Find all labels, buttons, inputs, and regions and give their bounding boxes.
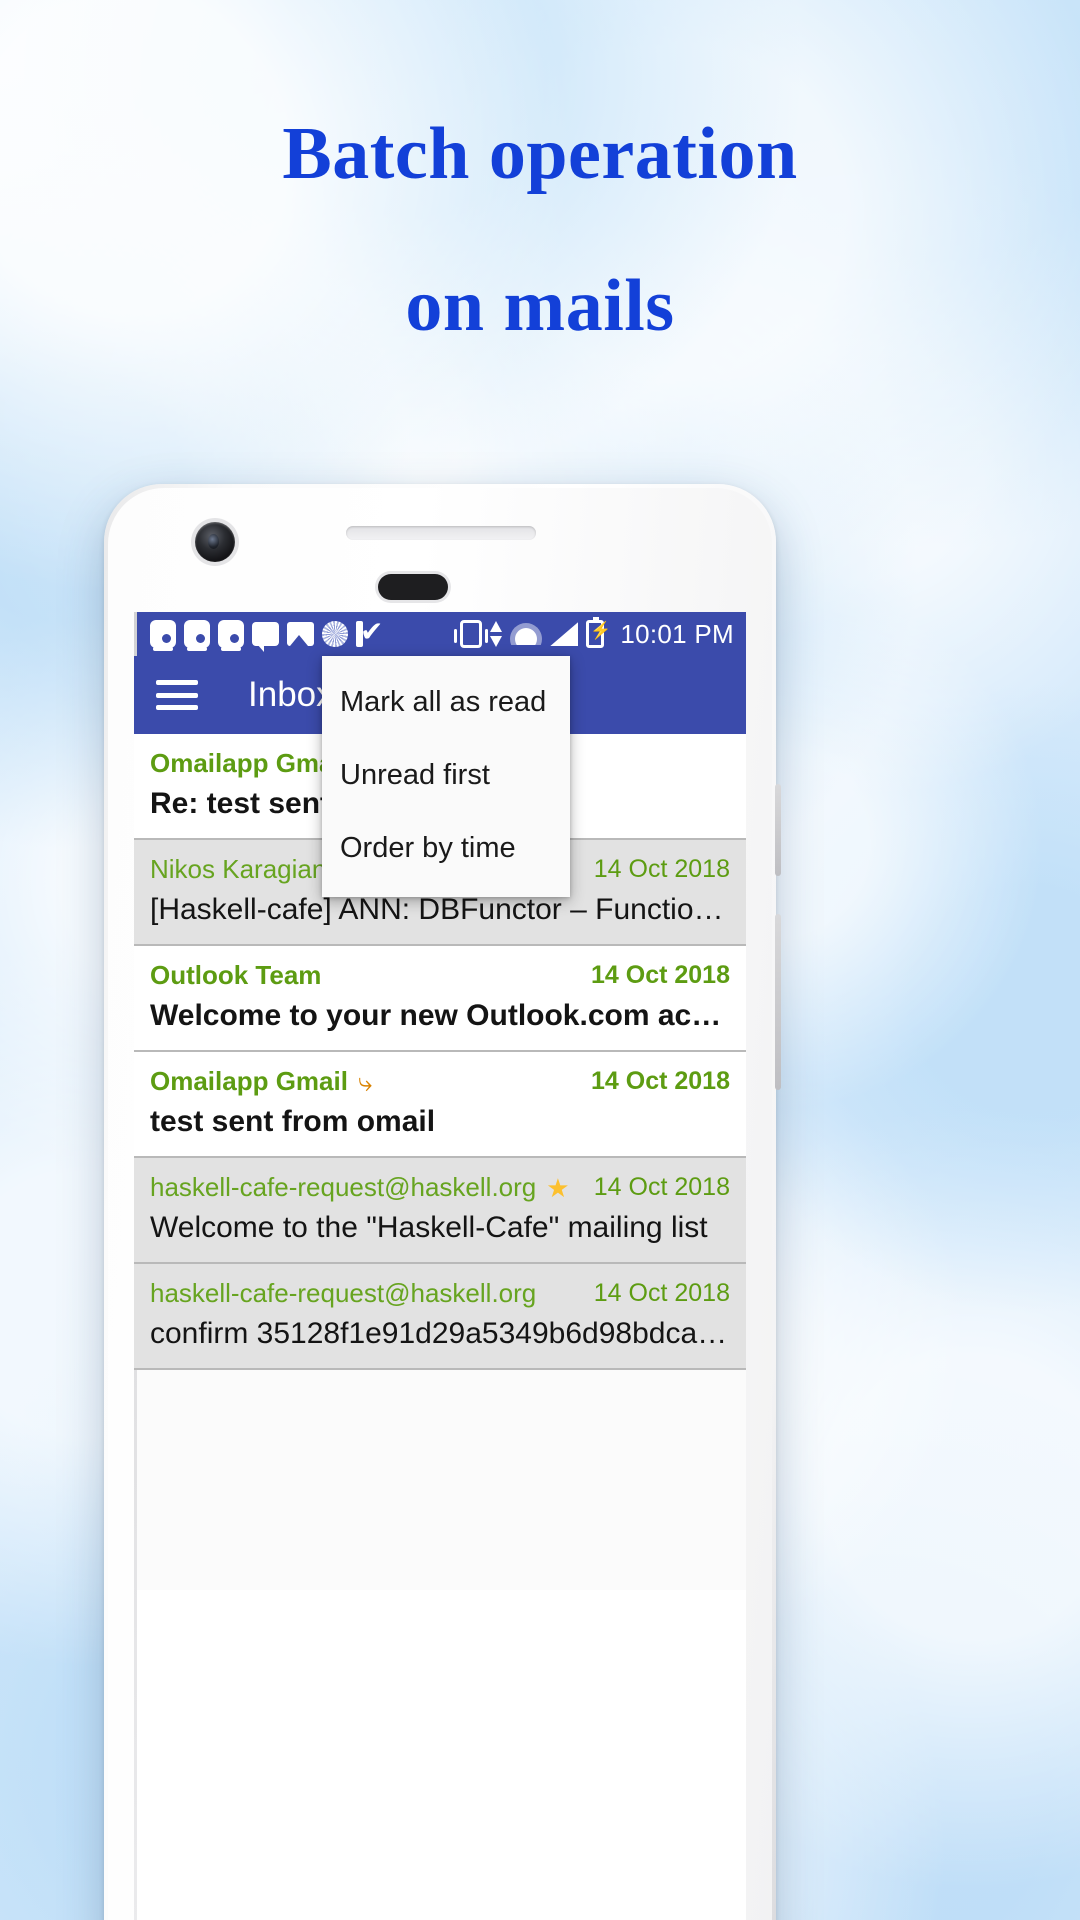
mail-list-item[interactable]: haskell-cafe-request@haskell.org 14 Oct … [134,1264,746,1370]
mail-subject: test sent from omail [150,1105,436,1138]
image-icon [287,622,314,646]
mail-row-header: Outlook Team 14 Oct 2018 [150,960,730,991]
mail-sender: haskell-cafe-request@haskell.org [150,1278,537,1308]
mail-date: 14 Oct 2018 [593,855,730,883]
note-icon [150,620,176,651]
mail-subject: confirm 35128f1e91d29a5349b6d98bdca0e… [150,1317,730,1350]
page-title: Batch operation on mails [0,78,1080,382]
mail-row-header: Omailapp Gmail ⤷ 14 Oct 2018 [150,1066,730,1097]
mail-list-item[interactable]: haskell-cafe-request@haskell.org ★ 14 Oc… [134,1158,746,1264]
mail-sender: Outlook Team [150,960,322,990]
menu-item-mark-all-as-read[interactable]: Mark all as read [322,666,570,739]
mail-sender: haskell-cafe-request@haskell.org [150,1172,537,1202]
bbm-chat-icon [252,622,279,652]
mail-list-item[interactable]: Omailapp Gmail ⤷ 14 Oct 2018 test sent f… [134,1052,746,1158]
battery-charging-icon [586,617,611,648]
mail-date: 14 Oct 2018 [593,1279,730,1307]
headline-line-2: on mails [405,265,675,347]
menu-item-order-by-time[interactable]: Order by time [322,812,570,885]
mail-date: 14 Oct 2018 [591,1067,730,1095]
mail-list-empty-space [134,1370,746,1590]
hamburger-icon[interactable] [156,680,198,710]
mail-date: 14 Oct 2018 [593,1173,730,1201]
proximity-sensor [378,574,448,600]
status-bar: 10:01 PM [134,612,746,656]
mail-date: 14 Oct 2018 [591,961,730,989]
note-icon [218,620,244,651]
wifi-icon [510,623,543,645]
mail-list-item[interactable]: Outlook Team 14 Oct 2018 Welcome to your… [134,946,746,1052]
overflow-menu: Mark all as read Unread first Order by t… [322,656,570,897]
earpiece-speaker [346,526,536,540]
signal-icon [550,622,579,646]
star-icon[interactable]: ★ [546,1175,569,1201]
power-button[interactable] [775,784,781,876]
app-bar: Inbox@oa Mark all as read Unread first O… [134,656,746,897]
data-transfer-icon [490,621,503,647]
reply-arrow-icon: ⤷ [357,1066,373,1097]
mail-subject: [Haskell-cafe] ANN: DBFunctor – Function… [150,893,730,926]
note-icon [184,620,210,651]
sync-icon [322,621,348,647]
hamburger-bar [156,705,198,710]
status-bar-notifications [150,614,384,652]
menu-item-unread-first[interactable]: Unread first [322,739,570,812]
headline-line-1: Batch operation [282,113,798,195]
mail-row-header: haskell-cafe-request@haskell.org 14 Oct … [150,1278,730,1309]
mail-sender: Omailapp Gmail [150,748,348,778]
mail-subject: Welcome to the "Haskell-Cafe" mailing li… [150,1211,708,1244]
mail-sender: Omailapp Gmail [150,1066,348,1096]
status-bar-clock: 10:01 PM [620,618,734,649]
volume-button[interactable] [775,914,781,1090]
hamburger-bar [156,680,198,685]
mail-subject: Welcome to your new Outlook.com account [150,999,730,1032]
mail-row-header: haskell-cafe-request@haskell.org ★ 14 Oc… [150,1172,730,1203]
vibrate-icon [454,620,489,648]
status-bar-system: 10:01 PM [454,617,734,650]
phone-screen: 10:01 PM Inbox@oa Mark all as read Unrea… [134,612,746,1920]
front-camera-icon [195,522,235,562]
phone-mockup: 10:01 PM Inbox@oa Mark all as read Unrea… [104,484,781,1920]
hamburger-bar [156,692,198,698]
checklist-icon [356,614,384,650]
